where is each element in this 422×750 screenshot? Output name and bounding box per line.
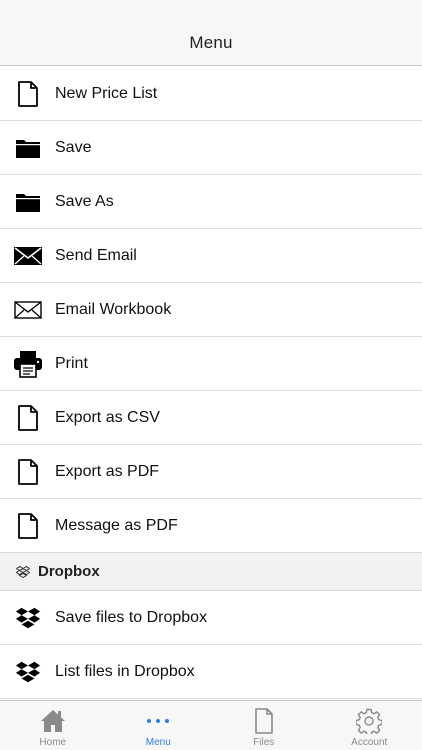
tab-label: Home <box>39 737 67 748</box>
menu-item-label: New Price List <box>55 84 158 102</box>
menu-item-save[interactable]: Save <box>0 121 422 175</box>
tab-label: Menu <box>145 737 171 748</box>
menu-item-label: Send Email <box>55 246 137 264</box>
menu-item-send-email[interactable]: Send Email <box>0 229 422 283</box>
menu-item-label: Save As <box>55 192 114 210</box>
dropbox-icon <box>13 603 43 633</box>
document-icon <box>249 706 279 736</box>
section-header-dropbox: Dropbox <box>0 553 422 591</box>
menu-item-label: Save files to Dropbox <box>55 608 208 626</box>
navigation-bar: Menu <box>0 0 422 66</box>
menu-item-label: Message as PDF <box>55 516 178 534</box>
ellipsis-icon <box>143 706 173 736</box>
folder-icon <box>13 187 43 217</box>
menu-item-label: Export as PDF <box>55 462 160 480</box>
menu-item-export-pdf[interactable]: Export as PDF <box>0 445 422 499</box>
tab-label: Account <box>351 737 388 748</box>
house-icon <box>38 706 68 736</box>
envelope-outline-icon <box>13 295 43 325</box>
page-title: Menu <box>189 33 233 52</box>
menu-item-label: Print <box>55 354 88 372</box>
menu-item-list-dropbox[interactable]: List files in Dropbox <box>0 645 422 699</box>
tab-home[interactable]: Home <box>0 701 106 750</box>
menu-item-label: Export as CSV <box>55 408 160 426</box>
menu-item-message-pdf[interactable]: Message as PDF <box>0 499 422 553</box>
menu-item-label: Email Workbook <box>55 300 172 318</box>
menu-item-export-csv[interactable]: Export as CSV <box>0 391 422 445</box>
gear-icon <box>354 706 384 736</box>
envelope-filled-icon <box>13 241 43 271</box>
menu-list: New Price List Save Save As Send Email E… <box>0 67 422 699</box>
menu-item-save-as[interactable]: Save As <box>0 175 422 229</box>
tab-account[interactable]: Account <box>317 701 422 750</box>
document-icon <box>13 403 43 433</box>
section-title: Dropbox <box>38 563 100 580</box>
menu-item-label: List files in Dropbox <box>55 662 195 680</box>
dropbox-icon <box>13 657 43 687</box>
menu-item-new-price-list[interactable]: New Price List <box>0 67 422 121</box>
document-icon <box>13 511 43 541</box>
menu-item-print[interactable]: Print <box>0 337 422 391</box>
document-icon <box>13 457 43 487</box>
printer-icon <box>13 349 43 379</box>
tab-label: Files <box>253 737 275 748</box>
tab-menu[interactable]: Menu <box>106 701 212 750</box>
tab-files[interactable]: Files <box>211 701 317 750</box>
dropbox-icon <box>15 564 31 580</box>
tab-bar: Home Menu Files Account <box>0 700 422 750</box>
document-icon <box>13 79 43 109</box>
menu-item-email-workbook[interactable]: Email Workbook <box>0 283 422 337</box>
folder-icon <box>13 133 43 163</box>
menu-item-save-to-dropbox[interactable]: Save files to Dropbox <box>0 591 422 645</box>
menu-item-label: Save <box>55 138 92 156</box>
